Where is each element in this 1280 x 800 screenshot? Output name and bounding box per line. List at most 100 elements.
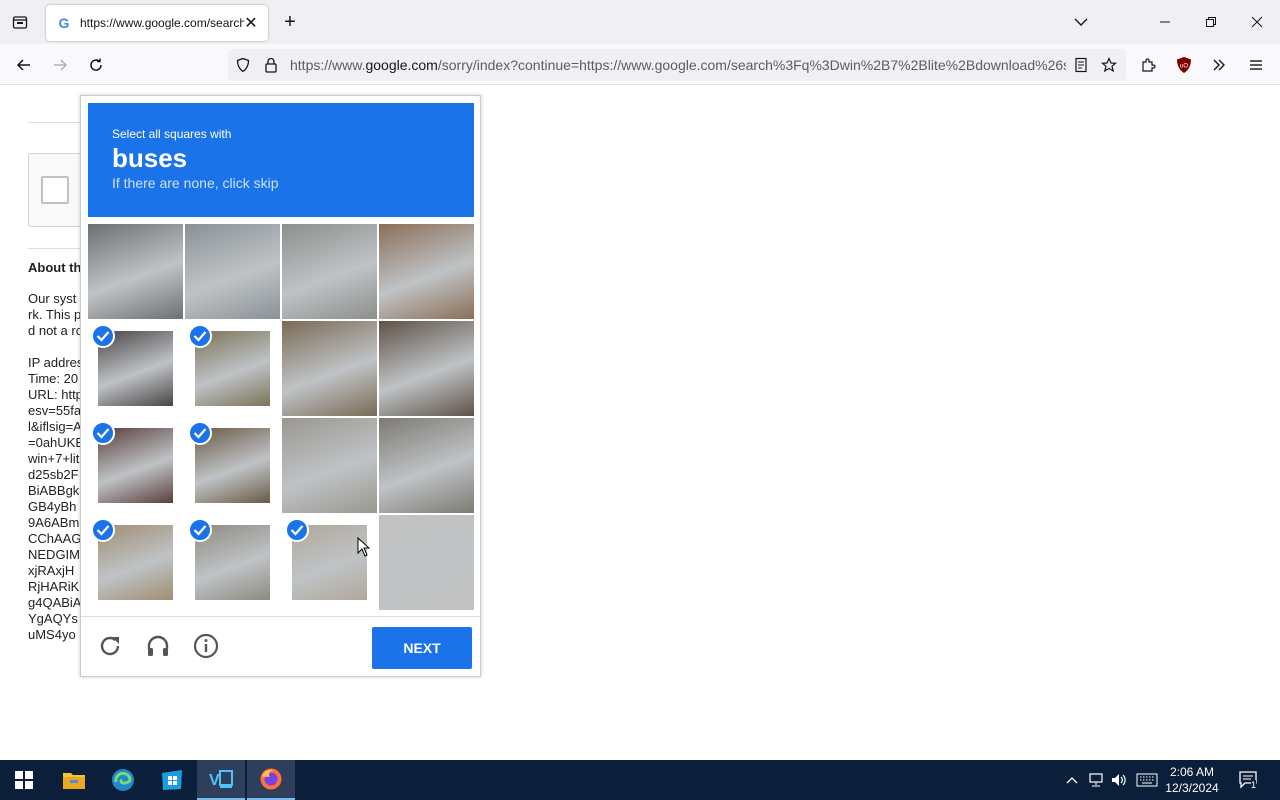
url-domain: google.com — [365, 57, 438, 73]
audio-challenge-headphones-icon[interactable] — [143, 631, 173, 661]
tile-selected-check-icon — [91, 421, 115, 445]
challenge-header: Select all squares with buses If there a… — [88, 103, 474, 217]
forward-button[interactable] — [46, 51, 74, 79]
text-line: g4QABiA — [28, 595, 82, 610]
next-button[interactable]: NEXT — [372, 627, 472, 669]
show-hidden-icons-chevron-icon[interactable] — [1062, 770, 1082, 790]
captcha-image-tile[interactable] — [185, 418, 280, 513]
text-line: URL: http — [28, 387, 83, 402]
close-tab-icon[interactable]: ✕ — [242, 14, 260, 32]
text-line: IP addres — [28, 355, 84, 370]
clock-time: 2:06 AM — [1169, 765, 1215, 779]
recaptcha-challenge-dialog: Select all squares with buses If there a… — [80, 95, 481, 677]
clock-date: 12/3/2024 — [1165, 781, 1219, 795]
captcha-image-tile[interactable] — [88, 224, 183, 319]
url-text[interactable]: https://www.google.com/sorry/index?conti… — [290, 57, 1066, 73]
tile-photo — [379, 418, 474, 513]
captcha-image-tile[interactable] — [185, 321, 280, 416]
bookmark-star-icon[interactable] — [1098, 54, 1120, 76]
tile-selected-check-icon — [91, 518, 115, 542]
tile-photo — [282, 418, 377, 513]
tab-strip: G https://www.google.com/search ✕ + — [0, 0, 1280, 44]
list-all-tabs-icon[interactable] — [1058, 0, 1104, 44]
info-icon[interactable] — [191, 631, 221, 661]
reload-challenge-icon[interactable] — [95, 631, 125, 661]
url-path: /sorry/index?continue=https://www.google… — [437, 57, 1066, 73]
captcha-image-tile[interactable] — [379, 418, 474, 513]
captcha-image-tile[interactable] — [379, 224, 474, 319]
text-line: RjHARiK — [28, 579, 80, 594]
captcha-image-tile[interactable] — [379, 515, 474, 610]
text-line: 9A6ABm — [28, 515, 80, 530]
text-line: uMS4yo — [28, 627, 76, 642]
captcha-image-tile[interactable] — [185, 224, 280, 319]
text-line: xjRAxjH — [28, 563, 75, 578]
volume-icon[interactable] — [1109, 770, 1129, 790]
challenge-footer: NEXT — [81, 616, 480, 676]
request-details-text: IP addres Time: 20 URL: http esv=55fa l&… — [28, 355, 84, 643]
back-button[interactable] — [10, 51, 38, 79]
captcha-image-tile[interactable] — [88, 515, 183, 610]
captcha-image-tile[interactable] — [379, 321, 474, 416]
captcha-image-tile[interactable] — [282, 418, 377, 513]
minimize-button[interactable] — [1142, 0, 1188, 44]
tracking-protection-shield-icon[interactable] — [232, 54, 254, 76]
restore-button[interactable] — [1188, 0, 1234, 44]
text-line: l&iflsig=A — [28, 419, 82, 434]
mouse-cursor-icon — [357, 536, 371, 557]
captcha-image-tile[interactable] — [282, 515, 377, 610]
menu-hamburger-icon[interactable] — [1242, 51, 1270, 79]
divider — [28, 248, 88, 249]
keyboard-icon[interactable] — [1136, 770, 1158, 790]
captcha-image-tile[interactable] — [282, 321, 377, 416]
challenge-instruction: Select all squares with — [112, 127, 232, 141]
text-line: GB4yBh — [28, 499, 77, 514]
edge-browser-icon[interactable] — [99, 760, 147, 800]
new-tab-button[interactable]: + — [278, 10, 302, 34]
text-line: YgAQYs — [28, 611, 78, 626]
vs-tool-app-icon[interactable]: V — [197, 760, 245, 800]
recaptcha-checkbox[interactable] — [41, 176, 69, 204]
file-explorer-icon[interactable] — [50, 760, 98, 800]
captcha-image-tile[interactable] — [282, 224, 377, 319]
extensions-puzzle-icon[interactable] — [1134, 51, 1162, 79]
start-button[interactable] — [0, 760, 48, 800]
reload-button[interactable] — [82, 51, 110, 79]
windows-store-icon[interactable] — [148, 760, 196, 800]
text-line: win+7+lit — [28, 451, 80, 466]
address-bar[interactable]: https://www.google.com/sorry/index?conti… — [228, 49, 1126, 81]
about-heading: About th — [28, 260, 82, 275]
svg-text:uO: uO — [1180, 64, 1188, 70]
notification-count: 1 — [1251, 780, 1257, 790]
tile-photo — [379, 224, 474, 319]
url-prefix: https://www. — [290, 57, 366, 73]
text-line: rk. This p — [28, 307, 82, 322]
network-icon[interactable] — [1086, 770, 1106, 790]
browser-tab[interactable]: G https://www.google.com/search ✕ — [46, 5, 268, 41]
text-line: Time: 20 — [28, 371, 79, 386]
more-tools-chevron-icon[interactable] — [1205, 51, 1233, 79]
firefox-icon[interactable] — [247, 760, 295, 800]
windows-taskbar: V 2:06 AM 12/3/2024 1 — [0, 760, 1280, 800]
ublock-origin-icon[interactable]: uO — [1170, 51, 1198, 79]
captcha-image-tile[interactable] — [88, 418, 183, 513]
challenge-target-word: buses — [112, 143, 188, 173]
close-window-button[interactable] — [1234, 0, 1280, 44]
tile-photo — [282, 224, 377, 319]
text-line: NEDGIM — [28, 547, 80, 562]
google-favicon-icon: G — [58, 15, 70, 31]
captcha-image-tile[interactable] — [185, 515, 280, 610]
lock-icon[interactable] — [260, 54, 282, 76]
tile-selected-check-icon — [91, 324, 115, 348]
tile-selected-check-icon — [285, 518, 309, 542]
tile-photo — [379, 321, 474, 416]
captcha-image-tile[interactable] — [88, 321, 183, 416]
text-line: CChAAG — [28, 531, 82, 546]
firefox-view-icon[interactable] — [8, 10, 32, 34]
system-clock[interactable]: 2:06 AM 12/3/2024 — [1160, 764, 1224, 796]
reader-view-icon[interactable] — [1070, 54, 1092, 76]
tile-selected-check-icon — [188, 518, 212, 542]
tile-photo — [282, 321, 377, 416]
action-center-notification-icon[interactable]: 1 — [1238, 770, 1260, 790]
text-line: Our syst — [28, 291, 77, 306]
